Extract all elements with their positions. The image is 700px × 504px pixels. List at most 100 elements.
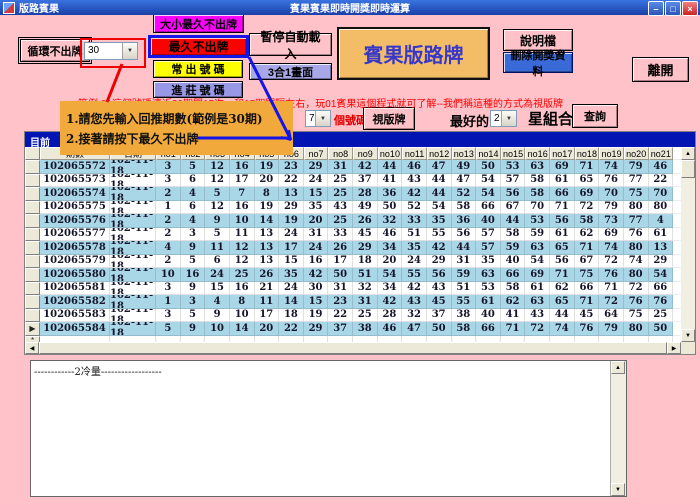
cell-number[interactable]: 76 bbox=[599, 174, 624, 188]
cell-number[interactable]: 43 bbox=[525, 309, 550, 323]
cell-number[interactable]: 9 bbox=[181, 241, 206, 255]
cell-number[interactable]: 56 bbox=[452, 228, 477, 242]
column-header[interactable]: no20 bbox=[624, 147, 649, 160]
dropdown-arrow-icon[interactable]: ▼ bbox=[315, 111, 330, 126]
cell-number[interactable]: 22 bbox=[649, 174, 674, 188]
star-combobox[interactable]: 2 ▼ bbox=[490, 110, 517, 127]
cell-number[interactable]: 63 bbox=[525, 295, 550, 309]
cell-number[interactable]: 71 bbox=[550, 268, 575, 282]
cell-number[interactable]: 44 bbox=[378, 160, 403, 174]
cell-number[interactable]: 26 bbox=[353, 214, 378, 228]
cell-number[interactable]: 77 bbox=[624, 214, 649, 228]
cell-number[interactable]: 38 bbox=[452, 309, 477, 323]
cell-number[interactable]: 67 bbox=[575, 255, 600, 269]
cell-date[interactable]: 102-11-18 bbox=[110, 241, 156, 255]
cell-number[interactable]: 3 bbox=[156, 282, 181, 296]
cell-number[interactable]: 19 bbox=[279, 214, 304, 228]
cell-number[interactable]: 5 bbox=[205, 228, 230, 242]
cell-number[interactable]: 72 bbox=[575, 201, 600, 215]
cell-number[interactable]: 20 bbox=[304, 214, 329, 228]
cell-number[interactable]: 2 bbox=[156, 255, 181, 269]
cell-number[interactable]: 16 bbox=[230, 160, 255, 174]
current-row-selector[interactable]: ▶ bbox=[25, 322, 40, 336]
dropdown-arrow-icon[interactable]: ▼ bbox=[501, 111, 516, 126]
three-in-one-button[interactable]: 3合1畫面 bbox=[249, 63, 332, 80]
cell-number[interactable]: 35 bbox=[476, 255, 501, 269]
cell-number[interactable]: 42 bbox=[402, 282, 427, 296]
cell-number[interactable]: 50 bbox=[328, 268, 353, 282]
exit-button[interactable]: 離開 bbox=[632, 57, 689, 82]
cell-number[interactable]: 74 bbox=[624, 255, 649, 269]
cell-number[interactable]: 69 bbox=[550, 160, 575, 174]
cell-date[interactable]: 102-11-18 bbox=[110, 201, 156, 215]
cell-number[interactable]: 58 bbox=[575, 214, 600, 228]
cell-number[interactable]: 34 bbox=[378, 282, 403, 296]
row-selector[interactable] bbox=[25, 187, 40, 201]
cell-number[interactable]: 44 bbox=[427, 174, 452, 188]
cell-number[interactable]: 47 bbox=[402, 322, 427, 336]
cell-number[interactable]: 23 bbox=[328, 295, 353, 309]
cell-number[interactable]: 44 bbox=[452, 241, 477, 255]
cell-number[interactable]: 55 bbox=[402, 268, 427, 282]
result-output-box[interactable]: ------------2冷量------------------ ▲ ▼ bbox=[30, 360, 627, 497]
cell-number[interactable]: 51 bbox=[353, 268, 378, 282]
column-header[interactable]: no21 bbox=[649, 147, 674, 160]
cell-draw-id[interactable]: 102065582 bbox=[40, 295, 110, 309]
cell-number[interactable]: 59 bbox=[501, 241, 526, 255]
cell-number[interactable]: 26 bbox=[328, 241, 353, 255]
column-header[interactable]: no8 bbox=[328, 147, 353, 160]
cell-number[interactable]: 54 bbox=[476, 174, 501, 188]
cell-number[interactable]: 66 bbox=[476, 201, 501, 215]
cell-number[interactable]: 61 bbox=[550, 228, 575, 242]
cell-number[interactable]: 74 bbox=[599, 160, 624, 174]
row-selector[interactable] bbox=[25, 268, 40, 282]
row-selector[interactable] bbox=[25, 295, 40, 309]
cell-number[interactable]: 65 bbox=[550, 295, 575, 309]
cell-number[interactable]: 77 bbox=[624, 174, 649, 188]
cell-number[interactable]: 5 bbox=[181, 160, 206, 174]
cell-number[interactable]: 46 bbox=[402, 160, 427, 174]
cell-number[interactable]: 54 bbox=[476, 187, 501, 201]
cell-number[interactable]: 31 bbox=[452, 255, 477, 269]
cell-number[interactable]: 61 bbox=[550, 174, 575, 188]
cell-draw-id[interactable]: 102065575 bbox=[40, 201, 110, 215]
cell-number[interactable]: 5 bbox=[181, 255, 206, 269]
cell-number[interactable]: 63 bbox=[476, 268, 501, 282]
cell-number[interactable]: 53 bbox=[501, 160, 526, 174]
cell-number[interactable]: 24 bbox=[304, 174, 329, 188]
cell-number[interactable]: 3 bbox=[156, 174, 181, 188]
cell-number[interactable]: 46 bbox=[649, 160, 674, 174]
cell-number[interactable]: 58 bbox=[525, 174, 550, 188]
cell-number[interactable]: 5 bbox=[181, 309, 206, 323]
delete-draw-data-button[interactable]: 刪除開獎資料 bbox=[503, 52, 573, 73]
cell-number[interactable]: 29 bbox=[649, 255, 674, 269]
minimize-icon[interactable]: – bbox=[648, 1, 664, 16]
cell-number[interactable]: 57 bbox=[476, 241, 501, 255]
cell-number[interactable]: 42 bbox=[402, 187, 427, 201]
cell-number[interactable]: 70 bbox=[599, 187, 624, 201]
cell-number[interactable]: 72 bbox=[599, 295, 624, 309]
cell-number[interactable]: 61 bbox=[476, 295, 501, 309]
cell-number[interactable]: 19 bbox=[304, 309, 329, 323]
cell-number[interactable]: 71 bbox=[575, 241, 600, 255]
output-scrollbar[interactable]: ▲ ▼ bbox=[610, 361, 626, 496]
cell-number[interactable]: 65 bbox=[550, 241, 575, 255]
close-icon[interactable]: × bbox=[682, 1, 698, 16]
row-selector[interactable] bbox=[25, 201, 40, 215]
cell-number[interactable]: 58 bbox=[452, 201, 477, 215]
cell-number[interactable]: 56 bbox=[427, 268, 452, 282]
cell-number[interactable]: 1 bbox=[156, 201, 181, 215]
cell-number[interactable]: 20 bbox=[255, 174, 280, 188]
cell-date[interactable]: 102-11-18 bbox=[110, 160, 156, 174]
cell-number[interactable]: 22 bbox=[279, 174, 304, 188]
cell-number[interactable]: 30 bbox=[304, 282, 329, 296]
cell-number[interactable]: 59 bbox=[452, 268, 477, 282]
cell-number[interactable]: 2 bbox=[156, 187, 181, 201]
column-header[interactable]: no15 bbox=[501, 147, 526, 160]
cell-number[interactable]: 25 bbox=[353, 309, 378, 323]
cell-number[interactable]: 2 bbox=[156, 228, 181, 242]
horizontal-scroll-thumb[interactable] bbox=[39, 342, 667, 354]
cell-number[interactable]: 38 bbox=[353, 322, 378, 336]
scroll-up-icon[interactable]: ▲ bbox=[681, 147, 695, 160]
cell-number[interactable]: 66 bbox=[575, 282, 600, 296]
